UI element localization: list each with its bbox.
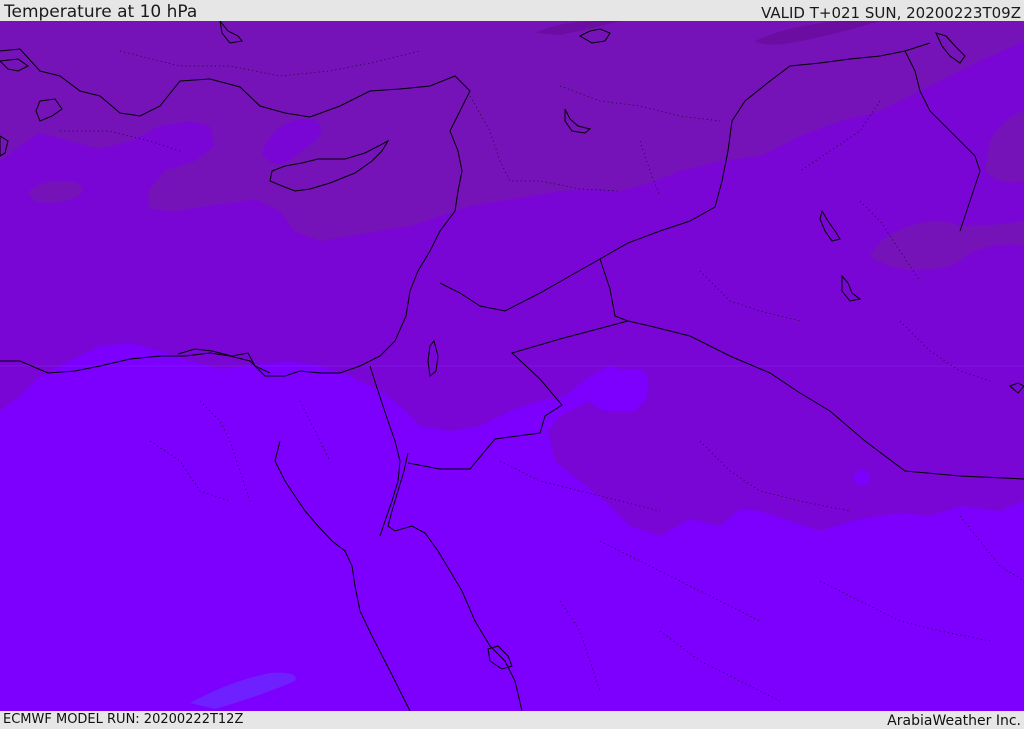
- model-run: ECMWF MODEL RUN: 20200222T12Z: [3, 712, 244, 727]
- credit-label: ArabiaWeather Inc.: [887, 713, 1021, 729]
- temperature-map: [0, 21, 1024, 711]
- map-title: Temperature at 10 hPa: [4, 2, 198, 22]
- header-bar: Temperature at 10 hPa VALID T+021 SUN, 2…: [0, 0, 1024, 21]
- footer-bar: ECMWF MODEL RUN: 20200222T12Z ArabiaWeat…: [0, 711, 1024, 729]
- field-cold-spot: [854, 470, 870, 486]
- valid-time: VALID T+021 SUN, 20200223T09Z: [761, 4, 1021, 22]
